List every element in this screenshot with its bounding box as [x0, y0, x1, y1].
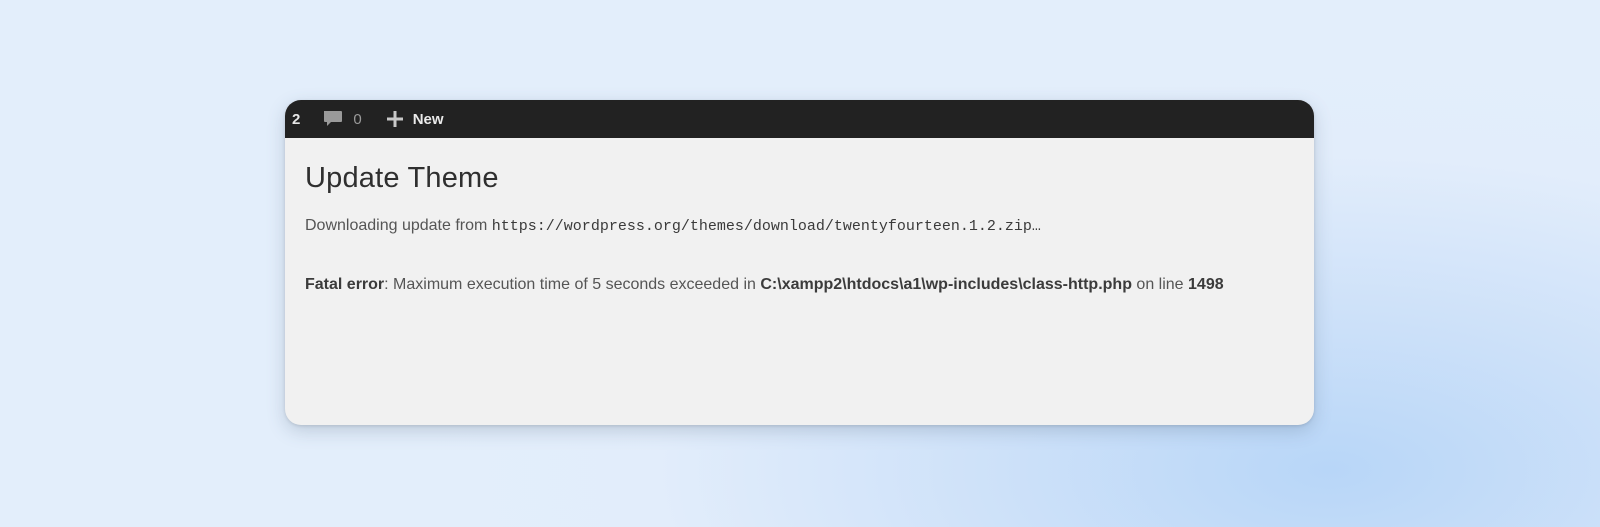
- error-label: Fatal error: [305, 276, 385, 293]
- browser-window: 2 0 New Update Theme Downloading update …: [285, 100, 1314, 425]
- download-status: Downloading update from https://wordpres…: [305, 217, 1294, 235]
- download-prefix: Downloading update from: [305, 217, 488, 234]
- error-colon: :: [384, 276, 389, 293]
- new-label: New: [412, 110, 444, 128]
- page-title: Update Theme: [305, 162, 499, 194]
- updates-count[interactable]: 2: [292, 111, 300, 128]
- download-url: https://wordpress.org/themes/download/tw…: [492, 218, 1041, 235]
- comments-count: 0: [353, 110, 362, 128]
- error-file-path: C:\xampp2\htdocs\a1\wp-includes\class-ht…: [760, 276, 1132, 293]
- plus-icon: [386, 110, 404, 128]
- error-line-number: 1498: [1188, 276, 1224, 293]
- error-line-prefix: on line: [1136, 276, 1184, 293]
- error-text: Maximum execution time of 5 seconds exce…: [393, 276, 756, 293]
- comments-menu[interactable]: 0: [322, 108, 362, 130]
- speech-bubble-icon: [322, 108, 344, 130]
- download-ellipsis: …: [1031, 218, 1041, 235]
- admin-bar: 2 0 New: [285, 100, 1314, 138]
- fatal-error-message: Fatal error: Maximum execution time of 5…: [305, 276, 1294, 294]
- main-content: Update Theme Downloading update from htt…: [305, 138, 1294, 294]
- new-content-menu[interactable]: New: [386, 110, 444, 128]
- download-url-text: https://wordpress.org/themes/download/tw…: [491, 218, 1032, 235]
